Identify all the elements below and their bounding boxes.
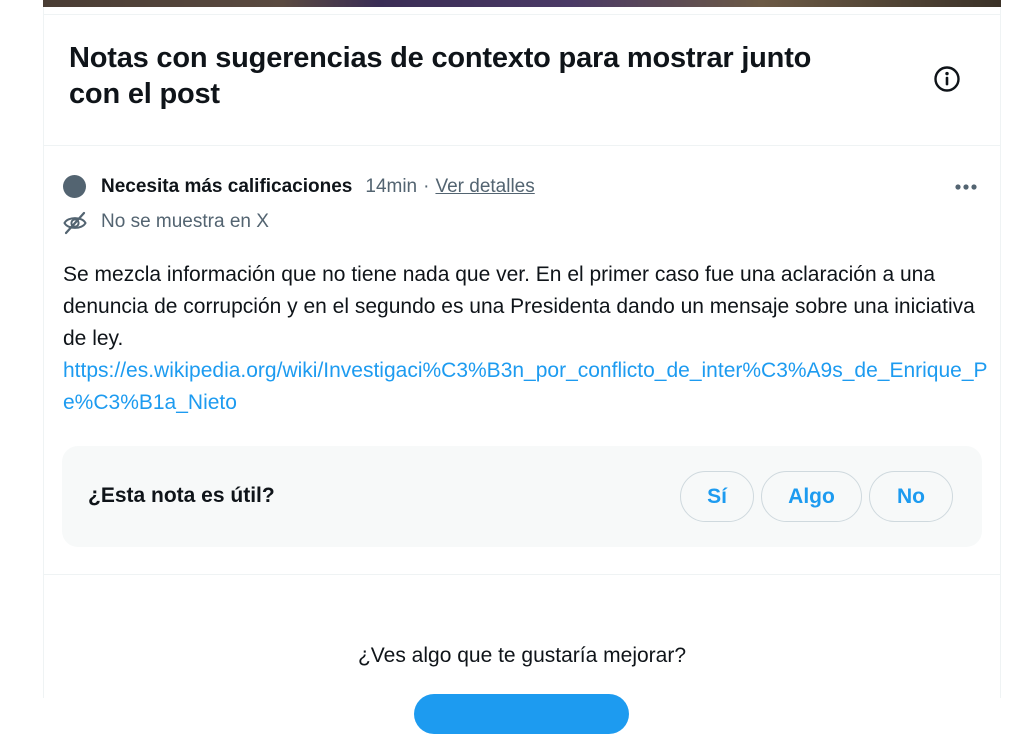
note-timestamp: 14min xyxy=(365,176,418,197)
panel-border-right xyxy=(1000,7,1001,698)
feedback-button[interactable] xyxy=(414,694,629,734)
status-label: Necesita más calificaciones xyxy=(101,176,353,197)
see-details-link[interactable]: Ver detalles xyxy=(435,176,534,198)
post-media-strip xyxy=(43,0,1001,7)
rate-no-button[interactable]: No xyxy=(869,471,953,522)
page-title: Notas con sugerencias de contexto para m… xyxy=(69,42,812,110)
section-divider xyxy=(43,574,1001,575)
header-divider xyxy=(43,145,1001,146)
separator-dot: · xyxy=(423,176,430,197)
panel-border-top xyxy=(43,14,1001,15)
note-body: Se mezcla información que no tiene nada … xyxy=(63,259,993,419)
status-dot-icon xyxy=(63,175,86,198)
panel-border-left xyxy=(43,7,44,698)
visibility-status-text: No se muestra en X xyxy=(101,211,269,232)
more-horizontal-icon[interactable] xyxy=(952,176,980,198)
info-circle-icon[interactable] xyxy=(932,64,962,94)
feedback-prompt: ¿Ves algo que te gustaría mejorar? xyxy=(357,644,687,667)
note-source-link[interactable]: https://es.wikipedia.org/wiki/Investigac… xyxy=(63,355,993,419)
eye-off-icon xyxy=(63,211,87,235)
note-status-row: Necesita más calificaciones 14min · Ver … xyxy=(101,174,535,200)
rate-yes-button[interactable]: Sí xyxy=(680,471,754,522)
rate-somewhat-button[interactable]: Algo xyxy=(761,471,862,522)
note-text: Se mezcla información que no tiene nada … xyxy=(63,263,975,350)
rating-question: ¿Esta nota es útil? xyxy=(88,484,275,507)
